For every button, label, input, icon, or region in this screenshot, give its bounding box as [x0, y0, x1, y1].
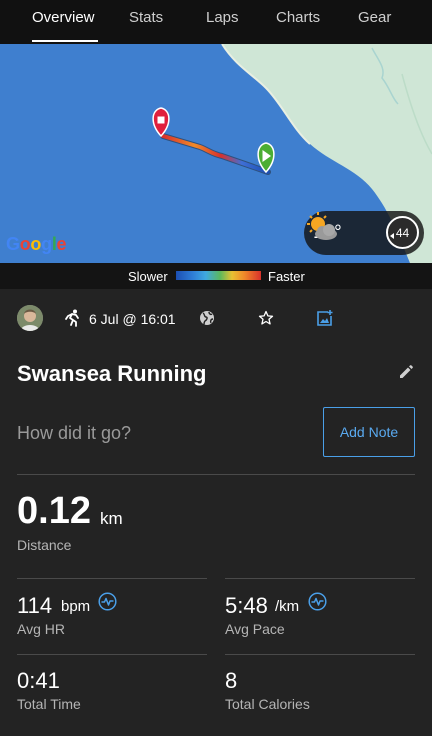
divider: [17, 474, 415, 475]
distance-value: 0.12: [17, 490, 91, 532]
distance-label: Distance: [17, 537, 72, 553]
privacy-globe-icon[interactable]: [199, 310, 215, 326]
divider: [225, 654, 415, 655]
avg-pace-label: Avg Pace: [225, 621, 285, 637]
avg-pace-value: 5:48: [225, 593, 268, 618]
pace-gradient-bar: [176, 271, 261, 280]
heart-rate-pulse-icon[interactable]: [98, 592, 117, 611]
avg-pace-unit: /km: [275, 598, 300, 615]
total-calories-value: 8: [225, 668, 238, 693]
tab-overview[interactable]: Overview: [32, 9, 95, 26]
distance-unit: km: [100, 509, 123, 528]
favorite-star-icon[interactable]: [258, 310, 274, 326]
add-note-label: Add Note: [339, 424, 399, 440]
active-tab-indicator: [32, 40, 98, 42]
total-calories-label: Total Calories: [225, 696, 310, 712]
avg-hr-unit: bpm: [61, 598, 91, 615]
avg-hr-value: 114: [17, 593, 53, 618]
tab-bar: Overview Stats Laps Charts Gear: [0, 0, 432, 44]
route-line-colored: [161, 134, 270, 174]
divider: [17, 654, 207, 655]
wind-speed: 44: [395, 226, 410, 240]
add-photo-icon[interactable]: [316, 309, 334, 327]
route-map[interactable]: Google 16° 44: [0, 44, 432, 263]
avatar[interactable]: [17, 305, 43, 331]
add-note-button[interactable]: Add Note: [323, 407, 415, 457]
wind-indicator: 44: [386, 216, 419, 249]
legend-faster-label: Faster: [268, 269, 305, 284]
edit-pencil-icon[interactable]: [398, 364, 414, 380]
total-time-label: Total Time: [17, 696, 81, 712]
tab-gear[interactable]: Gear: [358, 9, 391, 26]
end-marker: [152, 107, 170, 138]
partly-cloudy-icon: [307, 212, 337, 240]
tab-charts[interactable]: Charts: [276, 9, 320, 26]
activity-meta-row: 6 Jul @ 16:01: [0, 305, 432, 335]
pace-pulse-icon[interactable]: [308, 592, 327, 611]
running-icon: [65, 309, 79, 327]
avg-hr-label: Avg HR: [17, 621, 65, 637]
how-did-it-go-prompt[interactable]: How did it go?: [17, 423, 131, 444]
legend-slower-label: Slower: [128, 269, 168, 284]
total-time-value: 0:41: [17, 668, 60, 693]
divider: [17, 578, 207, 579]
pace-legend: Slower Faster: [0, 263, 432, 289]
google-logo: Google: [6, 234, 67, 254]
tab-stats[interactable]: Stats: [129, 9, 163, 26]
activity-datetime: 6 Jul @ 16:01: [89, 311, 176, 327]
divider: [225, 578, 415, 579]
activity-title: Swansea Running: [17, 361, 207, 386]
avatar-image: [17, 305, 43, 331]
weather-widget[interactable]: 16° 44: [304, 211, 424, 255]
tab-laps[interactable]: Laps: [206, 9, 239, 26]
